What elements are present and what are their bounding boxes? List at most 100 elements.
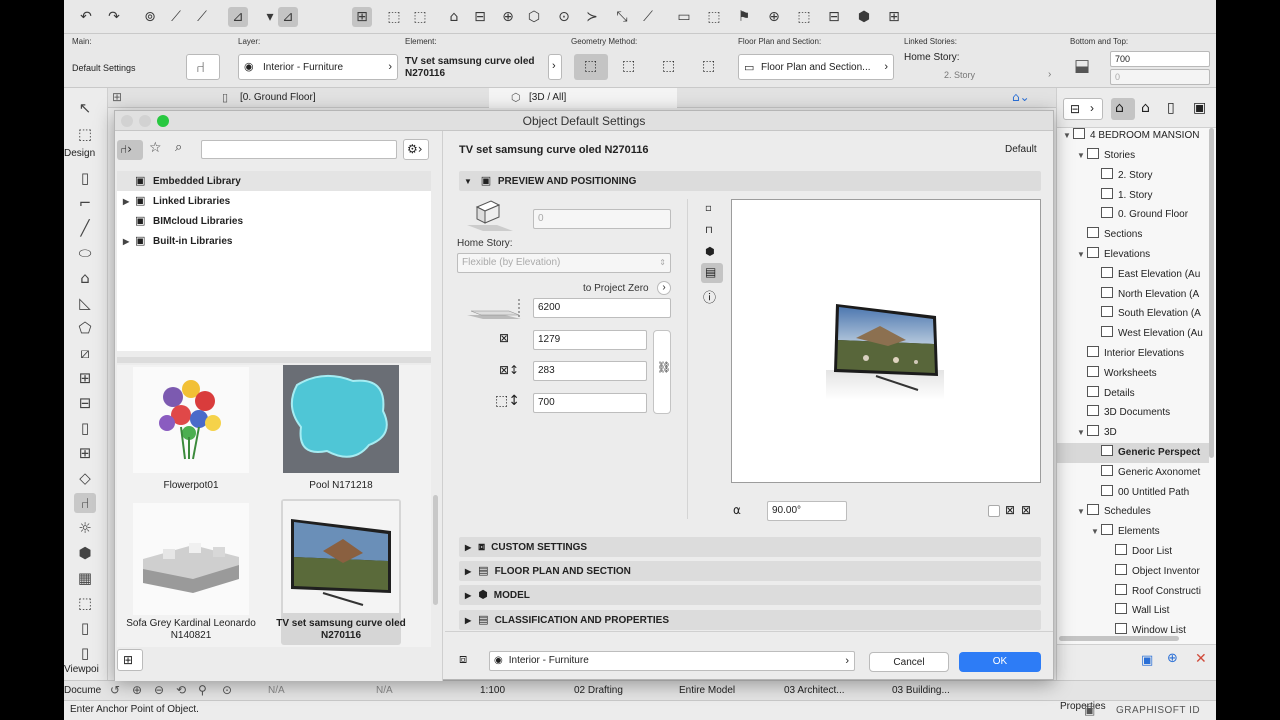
dialog-layer-select[interactable]: ◉ Interior - Furniture ›	[489, 651, 855, 671]
flag-icon[interactable]: ⊕	[764, 7, 784, 27]
door-icon[interactable]: ▯	[74, 418, 96, 438]
lock-icon[interactable]: ⬚	[410, 7, 430, 27]
layer-select[interactable]: ◉ Interior - Furniture ›	[238, 54, 398, 80]
anchor-icon[interactable]: ⊠	[1005, 503, 1015, 517]
navigator-view-icon[interactable]: ⌂⌄	[1012, 90, 1030, 104]
project-zero-field[interactable]: 6200	[533, 298, 671, 318]
undo-icon[interactable]: ↶	[76, 7, 96, 27]
camera-icon[interactable]: ⬚	[794, 7, 814, 27]
navigator-item[interactable]: Sections	[1077, 225, 1207, 245]
navigator-item[interactable]: Worksheets	[1077, 364, 1207, 384]
library-manager-button[interactable]: ⊞	[117, 649, 143, 671]
ok-button[interactable]: OK	[959, 652, 1041, 672]
navigator-item[interactable]: ▼ 3D	[1077, 423, 1207, 443]
3d-preview-icon[interactable]: ⬢	[705, 245, 715, 258]
library-mode-button[interactable]: ⑁›	[117, 140, 143, 160]
trim-icon[interactable]: ⊙	[554, 7, 574, 27]
tiles-scroll-thumb[interactable]	[433, 495, 438, 605]
home-story-arrow-icon[interactable]: ›	[1048, 69, 1051, 80]
navigator-item[interactable]: ▼ Schedules	[1077, 502, 1207, 522]
navigator-item[interactable]: 1. Story	[1091, 186, 1207, 206]
navigator-item[interactable]: Interior Elevations	[1077, 344, 1207, 364]
new-view-icon[interactable]: ⊕	[1167, 651, 1178, 666]
library-tree-item[interactable]: ▣ BIMcloud Libraries	[117, 211, 431, 231]
orbit-icon[interactable]: ⟲	[176, 683, 186, 697]
pick-up-icon[interactable]: ⊚	[140, 7, 160, 27]
inject-icon[interactable]: ⟋	[192, 7, 212, 27]
navigator-item[interactable]: Generic Axonomet	[1091, 463, 1207, 483]
library-tree-item[interactable]: ▣ Embedded Library	[117, 171, 431, 191]
navigator-item[interactable]: Roof Constructi	[1105, 582, 1207, 602]
project-root[interactable]: ▼ 4 BEDROOM MANSION	[1063, 126, 1213, 146]
lamp-icon[interactable]: ☼	[74, 518, 96, 538]
vscroll-thumb[interactable]	[1209, 128, 1214, 458]
expand-icon[interactable]: ▼	[1091, 522, 1101, 542]
navigator-item[interactable]: West Elevation (Au	[1091, 324, 1207, 344]
cancel-button[interactable]: Cancel	[869, 652, 949, 672]
slab-icon[interactable]: ⬭	[74, 243, 96, 263]
arrow-icon[interactable]: ↖	[74, 98, 96, 118]
marquee-icon[interactable]: ▾	[260, 7, 280, 27]
properties-label[interactable]: Properties	[1060, 701, 1106, 712]
redo-icon[interactable]: ↷	[104, 7, 124, 27]
ruler-icon[interactable]: ⊟	[470, 7, 490, 27]
expand-icon[interactable]: ▼	[1077, 423, 1087, 443]
document-icon[interactable]: ▯	[74, 643, 96, 663]
navigator-item[interactable]: Object Inventor	[1105, 562, 1207, 582]
zone-icon[interactable]: ⬢	[74, 543, 96, 563]
view-icon[interactable]: ⬚	[704, 7, 724, 27]
rotated-box-icon[interactable]: ⬚	[622, 58, 635, 74]
worksheet-icon[interactable]: ▯	[74, 618, 96, 638]
mep-icon[interactable]: ⬚	[74, 593, 96, 613]
shield-icon[interactable]: ⬢	[854, 7, 874, 27]
bottom-field[interactable]: 700	[1110, 51, 1210, 67]
info-icon[interactable]: ⓘ	[703, 287, 716, 306]
navigator-item[interactable]: Door List	[1105, 542, 1207, 562]
navigator-item[interactable]: ▼ Elements	[1091, 522, 1207, 542]
proportion-lock-button[interactable]: ⛓	[653, 330, 671, 414]
skylight-icon[interactable]: ◇	[74, 468, 96, 488]
rotate-icon[interactable]: ⟋	[638, 7, 658, 27]
split-icon[interactable]: ≻	[582, 7, 602, 27]
project-zero-arrow-icon[interactable]: ›	[657, 281, 671, 295]
elevate-icon[interactable]: ⤡	[612, 7, 632, 27]
window-icon[interactable]: ⊞	[74, 443, 96, 463]
navigator-item[interactable]: Wall List	[1105, 601, 1207, 621]
preview-canvas[interactable]	[731, 199, 1041, 483]
tilted-box-icon[interactable]: ⬚	[702, 58, 715, 74]
hscroll-thumb[interactable]	[1059, 636, 1179, 641]
zoom-icon[interactable]: ⊙	[222, 683, 232, 697]
anchor-alt-icon[interactable]: ⊠	[1021, 503, 1031, 517]
mirror-icon[interactable]: ▭	[674, 7, 694, 27]
geometry-method-box-button[interactable]: ⬚	[574, 54, 608, 80]
expand-icon[interactable]: ▼	[1077, 502, 1087, 522]
zoom-out-icon[interactable]: ⊖	[154, 683, 164, 697]
model-view[interactable]: Entire Model	[679, 685, 735, 696]
undo-view-icon[interactable]: ↺	[110, 683, 120, 697]
star-icon[interactable]: ☆	[149, 140, 162, 156]
tile-pool[interactable]	[283, 365, 399, 473]
tile-tv-selected[interactable]: TV set samsung curve oled N270116	[276, 499, 406, 645]
mirror-checkbox[interactable]	[988, 505, 1000, 517]
scale-value[interactable]: 1:100	[480, 685, 505, 696]
depth-field[interactable]: 283	[533, 361, 647, 381]
morph-icon[interactable]: ⬠	[74, 318, 96, 338]
group-icon[interactable]: ⌂	[444, 7, 464, 27]
preview-mode-active[interactable]: ▤	[701, 263, 723, 283]
settings-icon[interactable]: ▣	[1141, 653, 1153, 668]
navigator-hscroll[interactable]	[1059, 634, 1209, 642]
wall-icon[interactable]: ▯	[74, 168, 96, 188]
marquee-icon[interactable]: ⬚	[74, 124, 96, 144]
navigator-item[interactable]: ▼ Elevations	[1077, 245, 1207, 265]
section-header[interactable]: ▶ ⬢ MODEL	[459, 585, 1041, 605]
paste-icon[interactable]: ⊞	[884, 7, 904, 27]
splitter[interactable]	[117, 357, 431, 363]
measure-icon[interactable]: ⊕	[498, 7, 518, 27]
tab-3d[interactable]: ⬡ [3D / All]	[489, 88, 677, 108]
section-preview-icon[interactable]: ⊓	[705, 225, 713, 236]
search-icon[interactable]: ⌕	[175, 140, 182, 155]
tab-ground-floor[interactable]: ▯ [0. Ground Floor]	[214, 88, 489, 108]
object-settings-button[interactable]: ⑁	[186, 54, 220, 80]
navigator-item[interactable]: 0. Ground Floor	[1091, 205, 1207, 225]
project-map-tab[interactable]: ⌂	[1111, 98, 1135, 120]
